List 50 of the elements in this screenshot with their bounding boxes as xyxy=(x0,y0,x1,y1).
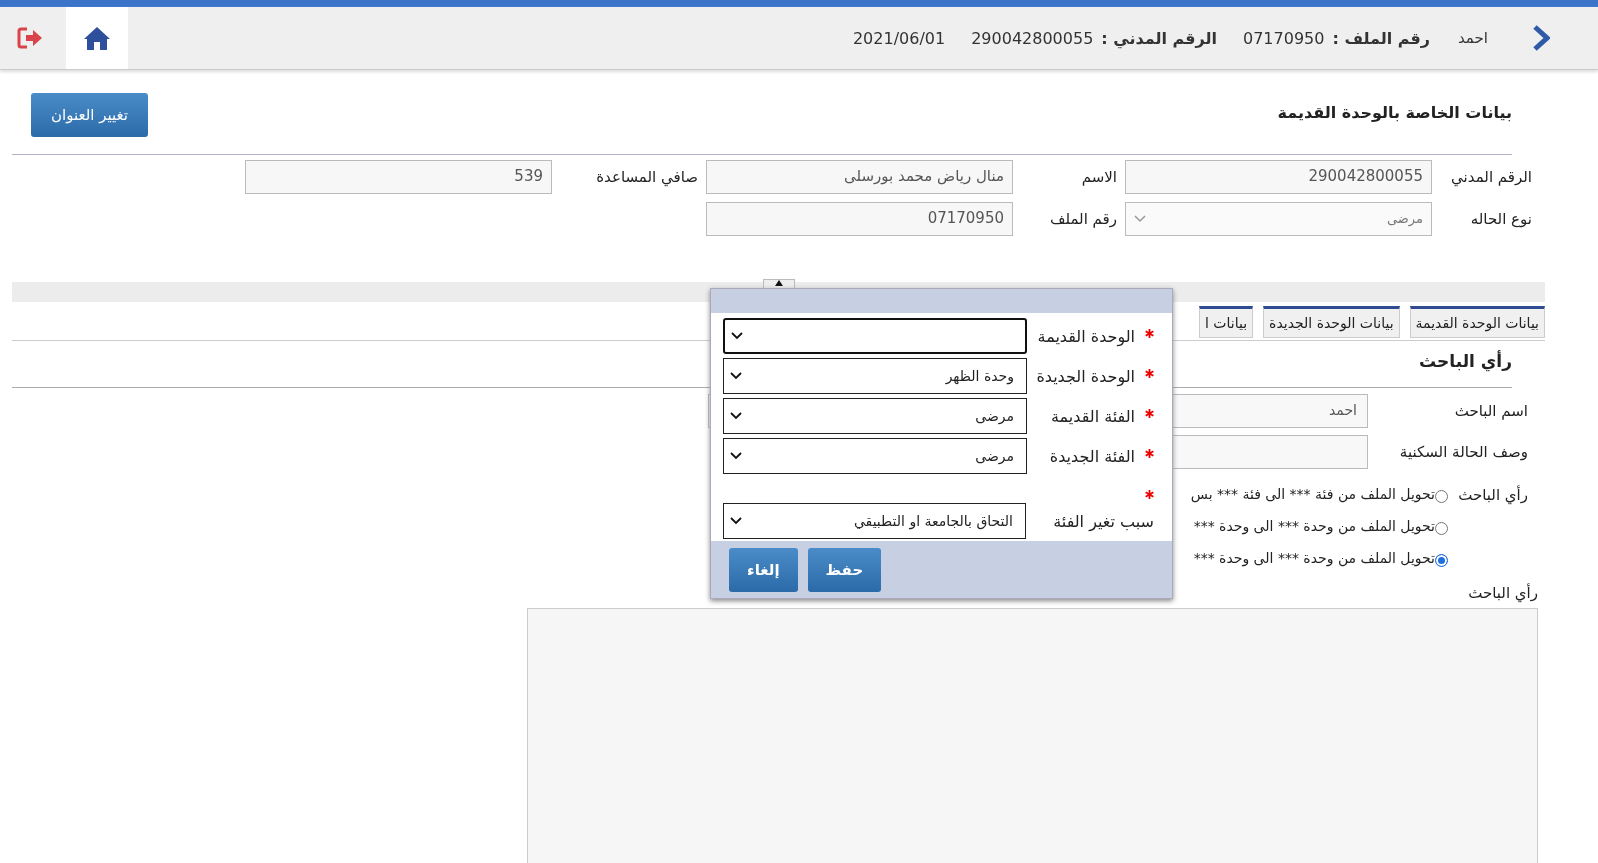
caret-icon xyxy=(731,332,743,340)
chevron-right-icon[interactable] xyxy=(1532,25,1550,51)
file-number-label: رقم الملف : xyxy=(1332,28,1430,48)
home-icon xyxy=(82,25,112,51)
select-field[interactable]: مرضى xyxy=(723,398,1027,434)
cancel-button[interactable]: إلغاء xyxy=(729,547,798,592)
input-field[interactable]: منال رياض محمد بورسلى xyxy=(706,160,1013,194)
logout-icon[interactable] xyxy=(16,26,44,50)
field-label: رأي الباحث xyxy=(1468,584,1538,602)
civil-number: 290042800055 xyxy=(971,28,1094,48)
home-button[interactable] xyxy=(66,7,128,69)
select-field[interactable] xyxy=(723,318,1027,354)
radio-option[interactable]: تحويل الملف من وحدة *** الى وحدة *** xyxy=(1190,510,1448,542)
select-field[interactable]: وحدة الظهر xyxy=(723,358,1027,394)
select-field[interactable]: مرضى xyxy=(1125,202,1432,236)
civil-number-label: الرقم المدني : xyxy=(1101,28,1217,48)
input-field[interactable]: 539 xyxy=(245,160,552,194)
field-label: الرقم المدني xyxy=(1450,168,1532,186)
section-title: بيانات الخاصة بالوحدة القديمة xyxy=(1277,102,1512,122)
field-label: رأي الباحث xyxy=(1457,484,1528,507)
caret-icon xyxy=(1134,215,1146,223)
change-address-button[interactable]: تغيير العنوان xyxy=(31,93,148,137)
caret-icon xyxy=(730,452,742,460)
tab[interactable]: بيانات الوحدة القديمة xyxy=(1409,306,1545,338)
input-field[interactable]: 290042800055 xyxy=(1125,160,1432,194)
radio-option[interactable]: تحويل الملف من فئة *** الى فئة *** بس xyxy=(1190,478,1448,510)
radio-button[interactable] xyxy=(1435,553,1448,567)
caret-icon xyxy=(730,412,742,420)
select-field[interactable]: التحاق بالجامعة او التطبيقي xyxy=(723,503,1026,539)
radio-option[interactable]: تحويل الملف من وحدة *** الى وحدة *** xyxy=(1190,542,1448,574)
tab[interactable]: بيانات الوحدة الجديدة xyxy=(1263,306,1400,338)
field-label: الوحدة الجديدة xyxy=(1035,366,1135,386)
field-label: صافي المساعدة xyxy=(595,168,698,186)
field-label: سبب تغير الفئة xyxy=(1052,511,1154,531)
user-name: احمد xyxy=(1458,29,1488,47)
field-label: رقم الملف xyxy=(1048,210,1117,228)
field-label: الفئة الجديدة xyxy=(1048,446,1135,466)
date-text: 2021/06/01 xyxy=(852,28,946,48)
tab[interactable]: بيانات ا xyxy=(1199,306,1254,338)
field-label: وصف الحالة السكنية xyxy=(1398,443,1528,461)
input-field[interactable]: 07170950 xyxy=(706,202,1013,236)
caret-icon xyxy=(730,517,742,525)
field-label: نوع الحاله xyxy=(1469,210,1532,228)
caret-icon xyxy=(730,372,742,380)
field-label: الاسم xyxy=(1080,168,1117,186)
select-field[interactable]: مرضى xyxy=(723,438,1027,474)
arrow-up-icon xyxy=(775,280,783,286)
save-button[interactable]: حفظ xyxy=(807,547,882,592)
field-label: اسم الباحث xyxy=(1453,402,1528,420)
file-number: 07170950 xyxy=(1243,28,1325,48)
